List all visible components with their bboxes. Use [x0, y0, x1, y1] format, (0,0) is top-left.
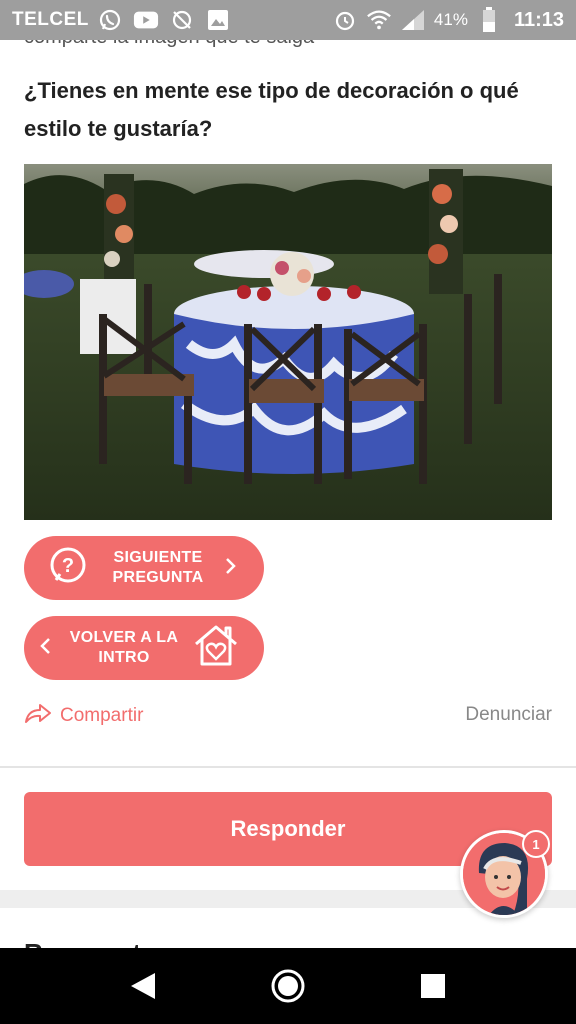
status-bar: TELCEL 41% 11:13	[0, 0, 576, 40]
image-icon	[205, 7, 231, 33]
battery-percent: 41%	[433, 10, 468, 29]
signal-icon	[400, 7, 426, 33]
back-to-intro-button[interactable]: VOLVER A LA INTRO	[24, 616, 264, 680]
youtube-icon	[133, 7, 159, 33]
question-text: ¿Tienes en mente ese tipo de decoración …	[24, 78, 519, 141]
next-section-title: Respuestas	[24, 938, 170, 948]
chevron-left-icon	[40, 637, 52, 660]
recent-apps-icon[interactable]	[409, 962, 457, 1010]
whatsapp-icon	[97, 7, 123, 33]
clock: 11:13	[513, 8, 564, 31]
divider	[0, 766, 576, 768]
battery-icon	[476, 7, 502, 33]
home-heart-icon	[192, 624, 240, 673]
question-circle-icon: ?	[48, 546, 88, 591]
svg-text:?: ?	[62, 555, 74, 577]
wifi-icon	[366, 7, 392, 33]
share-arrow-icon	[24, 702, 52, 730]
alarm-icon	[332, 7, 358, 33]
previous-line-text: comparte la imagen que te salga	[24, 40, 454, 49]
home-icon[interactable]	[264, 962, 312, 1010]
truncated-text-line: comparte la imagen que te salga	[24, 40, 454, 50]
carrier-name: TELCEL	[12, 9, 89, 30]
next-question-button[interactable]: ? SIGUIENTE PREGUNTA	[24, 536, 264, 600]
share-label: Compartir	[60, 705, 144, 726]
post-photo[interactable]	[24, 164, 552, 520]
back-to-intro-label: VOLVER A LA INTRO	[69, 629, 179, 666]
navigation-bar	[0, 948, 576, 1024]
chevron-right-icon	[224, 557, 236, 580]
share-link[interactable]: Compartir	[24, 702, 143, 730]
back-icon[interactable]	[119, 962, 167, 1010]
report-link[interactable]: Denunciar	[465, 704, 552, 726]
next-question-label: SIGUIENTE PREGUNTA	[112, 549, 204, 586]
sync-off-icon	[169, 7, 195, 33]
notification-badge: 1	[522, 830, 550, 858]
